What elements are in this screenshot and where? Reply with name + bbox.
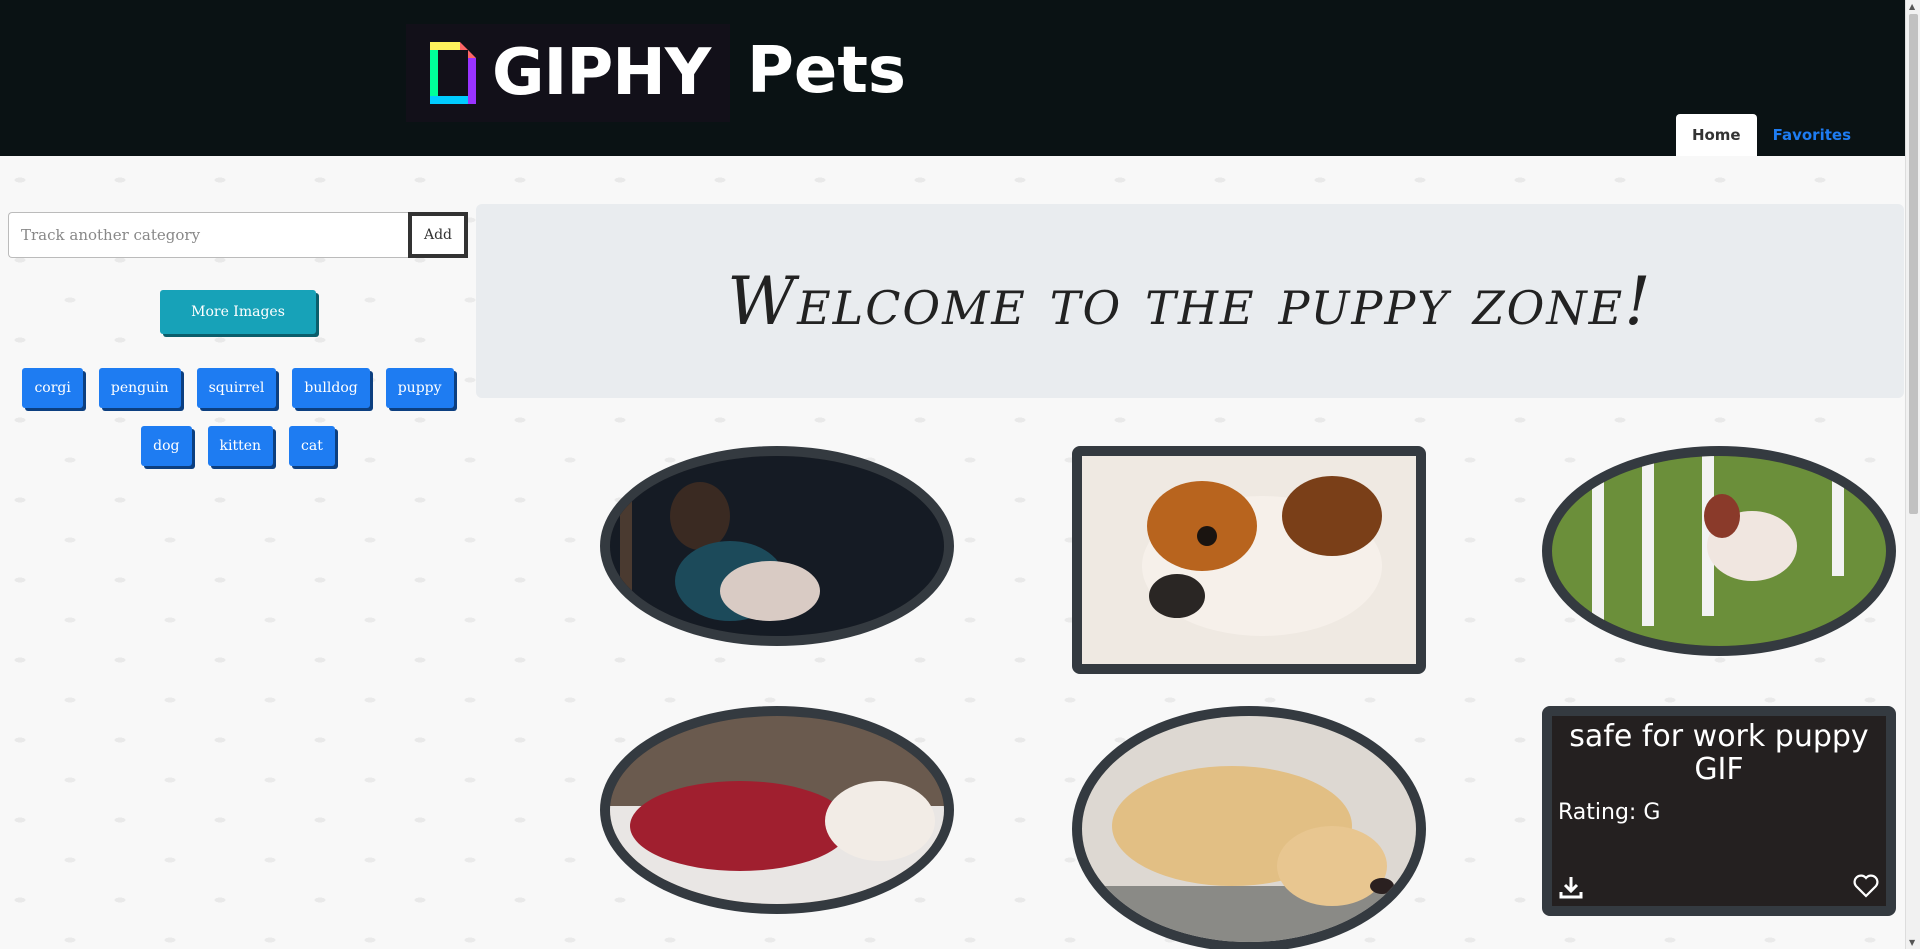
welcome-banner: Welcome to the puppy zone!: [476, 204, 1904, 398]
category-tags: corgi penguin squirrel bulldog puppy dog…: [8, 368, 468, 466]
category-search: Add: [8, 212, 468, 258]
add-category-button[interactable]: Add: [408, 212, 468, 258]
gif-image-child-with-pig: [610, 456, 944, 636]
gif-rating: Rating: G: [1558, 800, 1661, 825]
tag-button-corgi[interactable]: corgi: [22, 368, 83, 408]
gif-card[interactable]: [1072, 446, 1426, 674]
tag-button-penguin[interactable]: penguin: [98, 368, 181, 408]
tags-row: corgi penguin squirrel bulldog puppy: [8, 368, 468, 408]
gif-card-hovered[interactable]: safe for work puppy GIF Rating: G: [1542, 706, 1896, 916]
gif-card[interactable]: [1542, 446, 1896, 656]
gif-card[interactable]: [600, 446, 954, 646]
download-icon[interactable]: [1558, 874, 1584, 900]
tag-button-squirrel[interactable]: squirrel: [196, 368, 277, 408]
tag-button-kitten[interactable]: kitten: [207, 426, 274, 466]
gif-card[interactable]: [600, 706, 954, 914]
gif-title: safe for work puppy GIF: [1569, 719, 1869, 787]
tab-favorites[interactable]: Favorites: [1757, 114, 1867, 156]
tags-row: dog kitten cat: [8, 426, 468, 466]
welcome-heading: Welcome to the puppy zone!: [727, 262, 1653, 340]
gif-card[interactable]: [1072, 706, 1426, 949]
tag-button-cat[interactable]: cat: [289, 426, 335, 466]
page-title: Pets: [747, 34, 906, 108]
scrollbar-thumb[interactable]: [1909, 14, 1918, 514]
more-images-button[interactable]: More Images: [160, 290, 316, 334]
nav-tabs: Home Favorites: [1675, 114, 1867, 156]
giphy-logo[interactable]: GIPHY: [406, 24, 730, 122]
gif-image-spaniel-agility: [1552, 456, 1886, 646]
giphy-logo-text: GIPHY: [492, 36, 711, 110]
category-input[interactable]: [8, 212, 408, 258]
header: GIPHY Pets Home Favorites: [0, 0, 1905, 156]
tag-button-bulldog[interactable]: bulldog: [292, 368, 370, 408]
gif-image-dog-in-sweater: [610, 716, 944, 904]
gif-image-beagle: [1082, 456, 1416, 664]
gif-info-overlay: safe for work puppy GIF Rating: G: [1552, 716, 1886, 906]
tab-home[interactable]: Home: [1675, 114, 1757, 156]
giphy-logo-icon: [430, 42, 476, 104]
tag-button-dog[interactable]: dog: [141, 426, 192, 466]
gif-image-sleeping-golden-puppy: [1082, 716, 1416, 942]
scroll-down-arrow-icon[interactable]: ▼: [1909, 938, 1915, 947]
scrollbar[interactable]: ▲ ▼: [1905, 0, 1920, 949]
heart-icon[interactable]: [1852, 872, 1880, 900]
scroll-up-arrow-icon[interactable]: ▲: [1909, 2, 1915, 11]
tag-button-puppy[interactable]: puppy: [385, 368, 454, 408]
